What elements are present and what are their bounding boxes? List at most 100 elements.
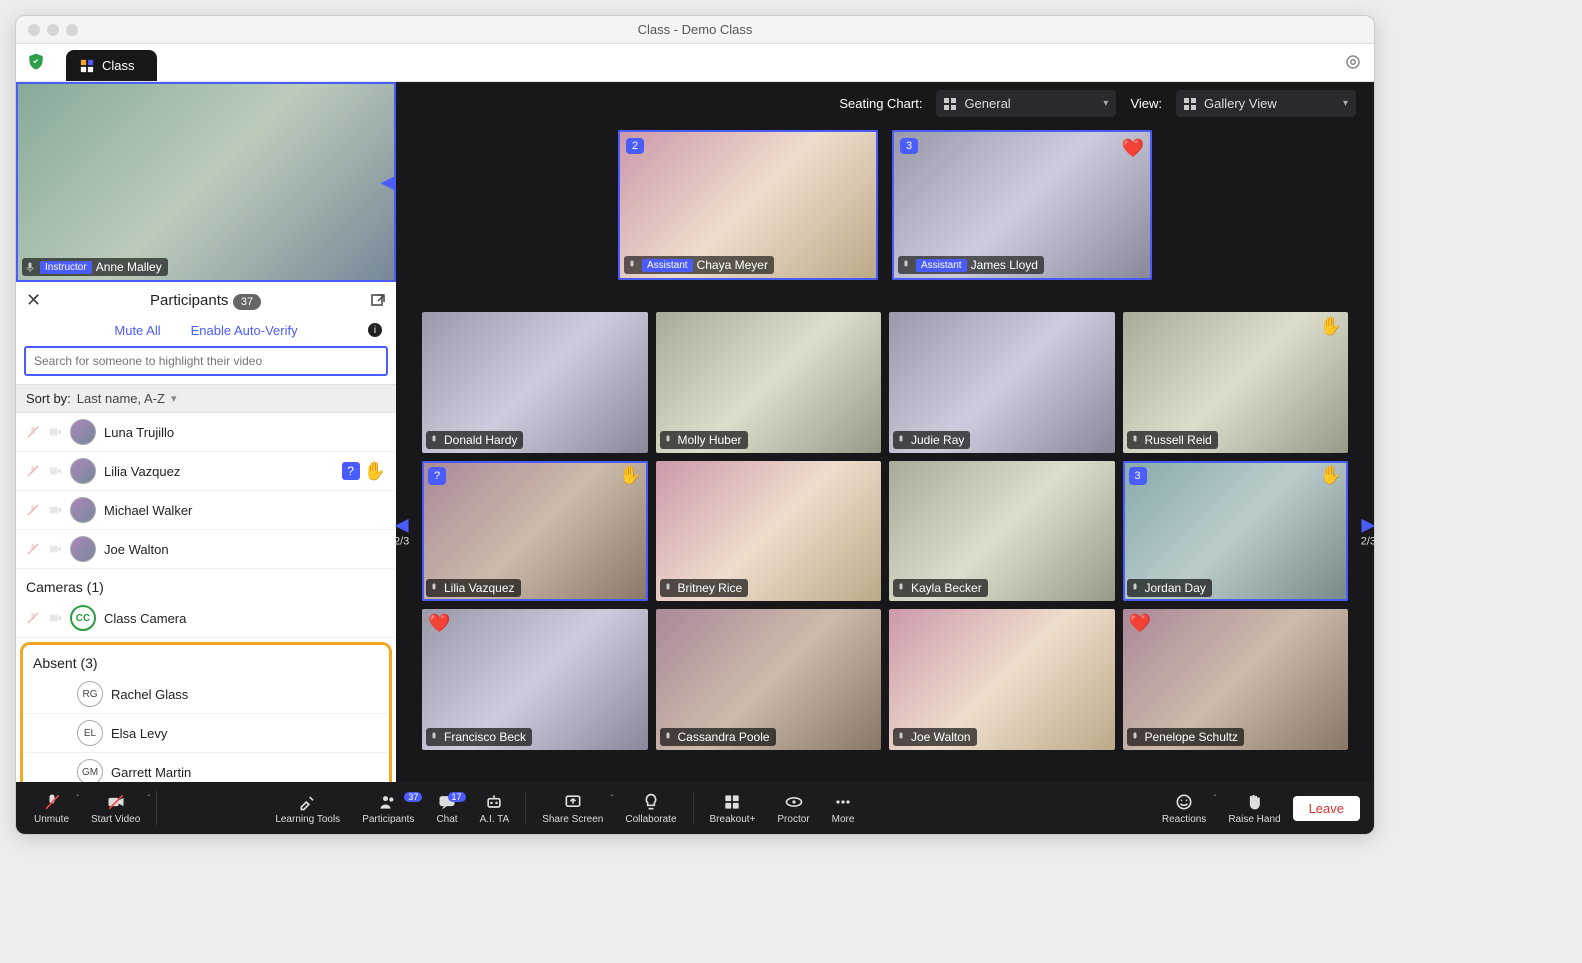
question-badge: ? (428, 467, 446, 485)
avatar (70, 458, 96, 484)
gallery-tile[interactable]: Joe Walton (889, 609, 1115, 750)
proctor-button[interactable]: Proctor (767, 792, 819, 825)
assistant-video-tile[interactable]: 2 Assistant Chaya Meyer (618, 130, 878, 280)
mic-muted-icon (26, 542, 40, 556)
absent-row[interactable]: RG Rachel Glass (23, 675, 389, 714)
participant-count: 37 (233, 294, 261, 310)
mic-muted-icon (26, 503, 40, 517)
avatar: RG (77, 681, 103, 707)
app-window: Class - Demo Class Class Instructor Anne… (15, 15, 1375, 835)
participant-row[interactable]: Luna Trujillo (16, 413, 396, 452)
mic-icon (428, 731, 440, 743)
raised-hand-icon: ✋ (1320, 316, 1342, 337)
mute-all-link[interactable]: Mute All (114, 323, 160, 338)
instructor-video-tile[interactable]: Instructor Anne Malley ◀ (16, 82, 396, 282)
assistant-name: Chaya Meyer (697, 258, 768, 272)
shield-check-icon (26, 52, 46, 72)
tile-name: Penelope Schultz (1145, 730, 1238, 744)
window-title: Class - Demo Class (16, 22, 1374, 37)
camera-off-icon (106, 792, 126, 812)
collapse-left-icon[interactable]: ◀ (381, 170, 396, 195)
mic-muted-icon (26, 464, 40, 478)
absent-row[interactable]: GM Garrett Martin (23, 753, 389, 782)
hand-icon (1244, 792, 1264, 812)
gallery-tile[interactable]: ❤️ Penelope Schultz (1123, 609, 1349, 750)
absent-row[interactable]: EL Elsa Levy (23, 714, 389, 753)
gallery-tile[interactable]: Kayla Becker (889, 461, 1115, 602)
leave-button[interactable]: Leave (1293, 796, 1360, 821)
participant-row[interactable]: Lilia Vazquez ? ✋ (16, 452, 396, 491)
camera-icon (48, 542, 62, 556)
tab-class[interactable]: Class (66, 50, 157, 81)
breakout-button[interactable]: Breakout+ (700, 792, 766, 825)
learning-tools-button[interactable]: Learning Tools (265, 792, 350, 825)
mic-icon (1129, 582, 1141, 594)
tile-name: Kayla Becker (911, 581, 982, 595)
mic-icon (428, 582, 440, 594)
eye-icon (784, 792, 804, 812)
mic-icon (662, 731, 674, 743)
participants-button[interactable]: 37 Participants (352, 792, 424, 825)
tile-name: Joe Walton (911, 730, 971, 744)
grid-icon (80, 59, 94, 73)
gallery-next[interactable]: ▶2/3 (1361, 515, 1374, 548)
sort-value: Last name, A-Z (77, 391, 165, 406)
panel-title: Participants (150, 292, 228, 309)
sort-label: Sort by: (26, 391, 71, 406)
chat-button[interactable]: 17 Chat (426, 792, 467, 825)
tab-bar: Class (16, 44, 1374, 82)
top-controls: Seating Chart: General ▾ View: Gallery V… (396, 82, 1374, 124)
gallery-tile[interactable]: 3✋ Jordan Day (1123, 461, 1349, 602)
collaborate-button[interactable]: Collaborate (615, 792, 686, 825)
start-video-button[interactable]: ˆ Start Video (81, 792, 150, 825)
participant-row[interactable]: Michael Walker (16, 491, 396, 530)
ai-ta-button[interactable]: A.I. TA (470, 792, 520, 825)
auto-verify-link[interactable]: Enable Auto-Verify (191, 323, 298, 338)
grid-icon (1184, 98, 1196, 110)
role-badge: Assistant (916, 259, 967, 272)
popout-button[interactable] (370, 293, 386, 309)
instructor-name: Anne Malley (96, 260, 162, 274)
search-input[interactable] (24, 346, 388, 376)
raise-hand-button[interactable]: Raise Hand (1218, 792, 1290, 825)
gallery-tile[interactable]: ✋ Russell Reid (1123, 312, 1349, 453)
participants-panel: ✕ Participants 37 Mute All Enable Auto-V… (16, 282, 396, 782)
tab-label: Class (102, 58, 135, 73)
gear-icon[interactable] (1344, 53, 1362, 71)
tile-name: Russell Reid (1145, 433, 1212, 447)
gallery-tile[interactable]: Molly Huber (656, 312, 882, 453)
info-icon[interactable]: i (368, 323, 382, 337)
gallery-tile[interactable]: ?✋ Lilia Vazquez (422, 461, 648, 602)
avatar (70, 497, 96, 523)
camera-icon (48, 425, 62, 439)
mic-icon (428, 434, 440, 446)
unmute-button[interactable]: ˆ Unmute (24, 792, 79, 825)
absent-highlight: Absent (3) RG Rachel Glass EL Elsa Levy … (20, 642, 392, 782)
participant-row[interactable]: Joe Walton (16, 530, 396, 569)
close-panel-button[interactable]: ✕ (26, 290, 41, 311)
participant-name: Michael Walker (104, 503, 192, 518)
avatar (70, 419, 96, 445)
gallery-tile[interactable]: Donald Hardy (422, 312, 648, 453)
gallery-prev[interactable]: ◀2/3 (394, 515, 409, 548)
more-button[interactable]: More (822, 792, 865, 825)
tile-name: Molly Huber (678, 433, 742, 447)
view-dropdown[interactable]: Gallery View ▾ (1176, 90, 1356, 117)
participant-name: Lilia Vazquez (104, 464, 180, 479)
gallery-tile[interactable]: Judie Ray (889, 312, 1115, 453)
tile-name: Francisco Beck (444, 730, 526, 744)
raised-hand-icon: ✋ (619, 465, 641, 486)
speech-badge: 2 (626, 138, 644, 154)
camera-row[interactable]: CC Class Camera (16, 599, 396, 638)
seating-dropdown[interactable]: General ▾ (936, 90, 1116, 117)
reactions-button[interactable]: ˆ Reactions (1152, 792, 1216, 825)
share-screen-button[interactable]: ˆ Share Screen (532, 792, 613, 825)
sort-row[interactable]: Sort by: Last name, A-Z ▾ (16, 384, 396, 413)
gallery-tile[interactable]: Cassandra Poole (656, 609, 882, 750)
participants-list[interactable]: Luna Trujillo Lilia Vazquez ? ✋ Michael … (16, 413, 396, 782)
absent-name: Rachel Glass (111, 687, 188, 702)
gallery-tile[interactable]: ❤️ Francisco Beck (422, 609, 648, 750)
gallery-tile[interactable]: Britney Rice (656, 461, 882, 602)
grid-icon (944, 98, 956, 110)
assistant-video-tile[interactable]: 3 ❤️ Assistant James Lloyd (892, 130, 1152, 280)
